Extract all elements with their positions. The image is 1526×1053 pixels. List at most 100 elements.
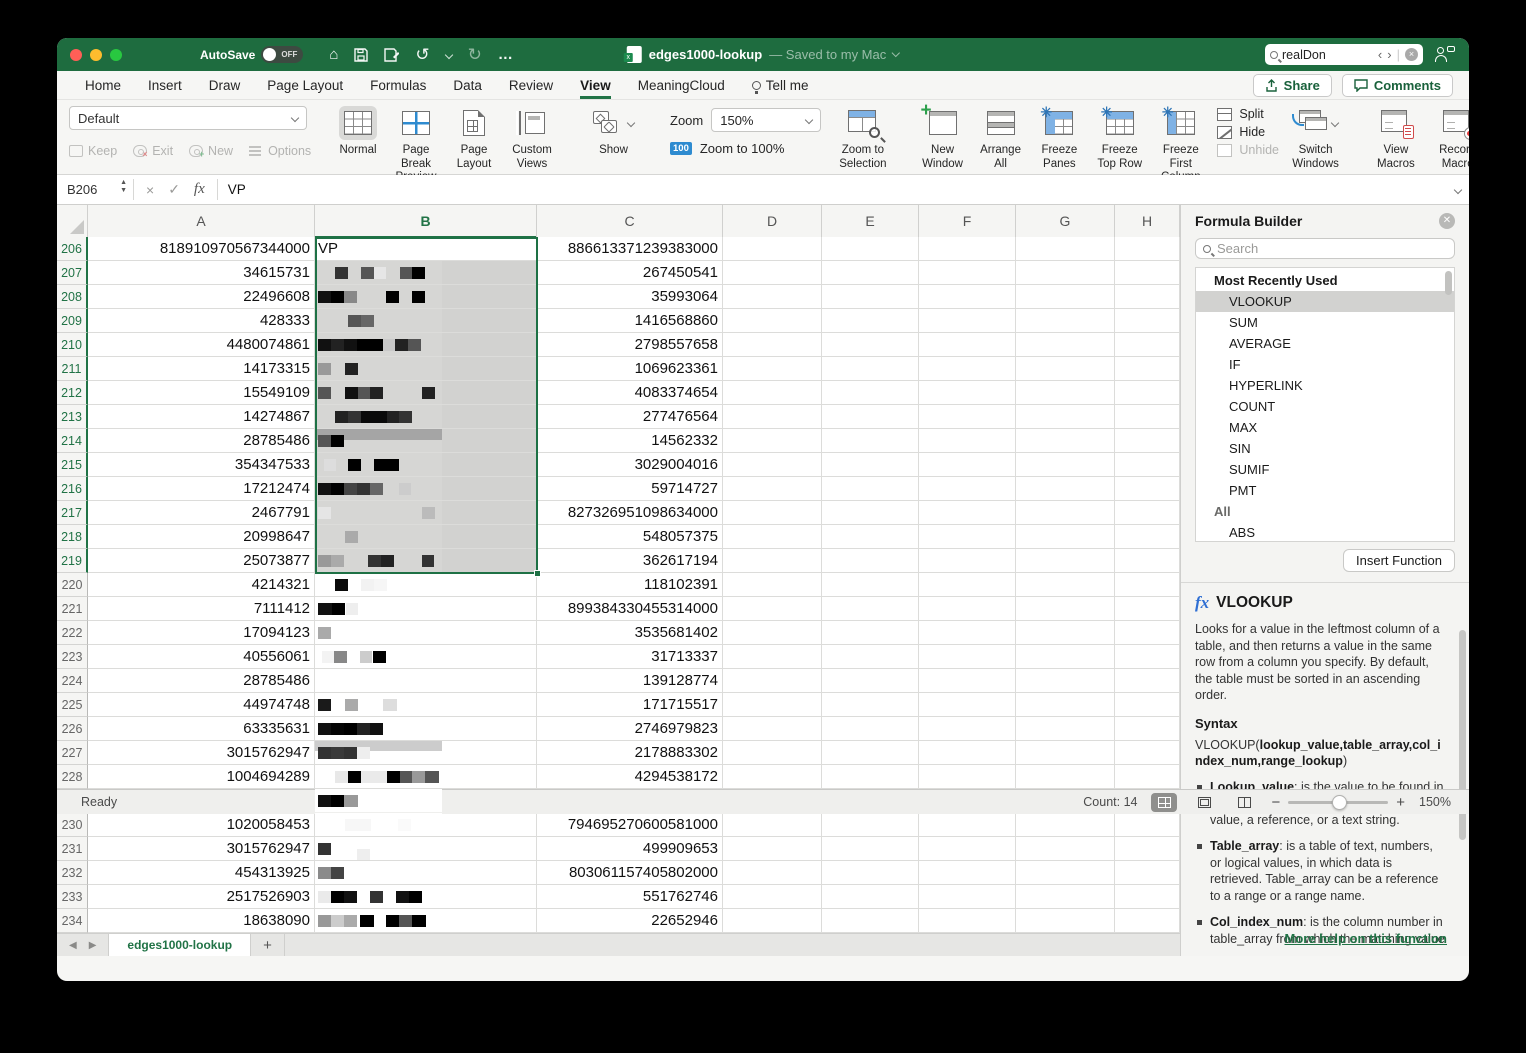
new-view-button[interactable]: New — [189, 144, 233, 158]
cell-E217[interactable] — [822, 501, 919, 525]
row-header-221[interactable]: 221 — [57, 597, 88, 621]
cell-D213[interactable] — [723, 405, 822, 429]
cell-E213[interactable] — [822, 405, 919, 429]
cell-B223[interactable] — [315, 645, 537, 669]
tab-tell-me[interactable]: Tell me — [752, 71, 809, 99]
cell-C226[interactable]: 2746979823 — [537, 717, 723, 741]
switch-windows-button[interactable]: Switch Windows — [1292, 106, 1339, 171]
cell-H214[interactable] — [1115, 429, 1180, 453]
row-header-234[interactable]: 234 — [57, 909, 88, 933]
function-item-sumif[interactable]: SUMIF — [1196, 459, 1454, 480]
cell-F218[interactable] — [919, 525, 1016, 549]
tab-page-layout[interactable]: Page Layout — [267, 71, 343, 99]
enter-icon[interactable]: ✓ — [168, 181, 180, 198]
cell-C223[interactable]: 31713337 — [537, 645, 723, 669]
cell-D216[interactable] — [723, 477, 822, 501]
undo-dropdown-chevron[interactable] — [444, 50, 452, 58]
cell-E207[interactable] — [822, 261, 919, 285]
row-header-230[interactable]: 230 — [57, 813, 88, 837]
function-search-input[interactable]: Search — [1195, 238, 1455, 259]
page-layout-button[interactable]: Page Layout — [452, 106, 496, 171]
cell-H211[interactable] — [1115, 357, 1180, 381]
comments-button[interactable]: Comments — [1342, 74, 1453, 97]
cell-D221[interactable] — [723, 597, 822, 621]
row-header-224[interactable]: 224 — [57, 669, 88, 693]
cell-C234[interactable]: 22652946 — [537, 909, 723, 933]
cell-F211[interactable] — [919, 357, 1016, 381]
cell-G227[interactable] — [1016, 741, 1115, 765]
home-icon[interactable]: ⌂ — [329, 46, 338, 63]
cell-H234[interactable] — [1115, 909, 1180, 933]
cell-A206[interactable]: 818910970567344000 — [88, 237, 315, 261]
cell-A224[interactable]: 28785486 — [88, 669, 315, 693]
row-header-211[interactable]: 211 — [57, 357, 88, 381]
cell-C220[interactable]: 118102391 — [537, 573, 723, 597]
cell-F230[interactable] — [919, 813, 1016, 837]
row-header-207[interactable]: 207 — [57, 261, 88, 285]
cell-D234[interactable] — [723, 909, 822, 933]
search-field[interactable]: realDon ‹ › | × — [1265, 44, 1423, 65]
cell-A223[interactable]: 40556061 — [88, 645, 315, 669]
cell-C216[interactable]: 59714727 — [537, 477, 723, 501]
arrange-all-button[interactable]: Arrange All — [979, 106, 1023, 171]
cell-D227[interactable] — [723, 741, 822, 765]
cell-B217[interactable] — [315, 501, 537, 525]
function-item-average[interactable]: AVERAGE — [1196, 333, 1454, 354]
cell-G212[interactable] — [1016, 381, 1115, 405]
cell-G230[interactable] — [1016, 813, 1115, 837]
cell-A214[interactable]: 28785486 — [88, 429, 315, 453]
cell-H213[interactable] — [1115, 405, 1180, 429]
cell-H209[interactable] — [1115, 309, 1180, 333]
freeze-top-row-button[interactable]: ✳ Freeze Top Row — [1096, 106, 1143, 171]
cell-C222[interactable]: 3535681402 — [537, 621, 723, 645]
cell-A231[interactable]: 3015762947 — [88, 837, 315, 861]
cell-E226[interactable] — [822, 717, 919, 741]
cell-A210[interactable]: 4480074861 — [88, 333, 315, 357]
cell-F222[interactable] — [919, 621, 1016, 645]
cell-E220[interactable] — [822, 573, 919, 597]
function-item-hyperlink[interactable]: HYPERLINK — [1196, 375, 1454, 396]
cell-H224[interactable] — [1115, 669, 1180, 693]
tab-view[interactable]: View — [580, 71, 611, 99]
cell-G228[interactable] — [1016, 765, 1115, 789]
zoom-out-icon[interactable]: − — [1271, 794, 1280, 811]
cell-F228[interactable] — [919, 765, 1016, 789]
cell-E214[interactable] — [822, 429, 919, 453]
function-item-sin[interactable]: SIN — [1196, 438, 1454, 459]
search-prev-icon[interactable]: ‹ — [1378, 47, 1382, 62]
cell-G218[interactable] — [1016, 525, 1115, 549]
cell-G233[interactable] — [1016, 885, 1115, 909]
cell-H221[interactable] — [1115, 597, 1180, 621]
function-list[interactable]: Most Recently UsedVLOOKUPSUMAVERAGEIFHYP… — [1195, 267, 1455, 542]
cell-F215[interactable] — [919, 453, 1016, 477]
column-header-D[interactable]: D — [723, 205, 822, 237]
cell-F206[interactable] — [919, 237, 1016, 261]
cell-C209[interactable]: 1416568860 — [537, 309, 723, 333]
cell-C214[interactable]: 14562332 — [537, 429, 723, 453]
cell-C208[interactable]: 35993064 — [537, 285, 723, 309]
cell-B225[interactable] — [315, 693, 537, 717]
cell-C215[interactable]: 3029004016 — [537, 453, 723, 477]
cell-A228[interactable]: 1004694289 — [88, 765, 315, 789]
cell-A230[interactable]: 1020058453 — [88, 813, 315, 837]
cell-C219[interactable]: 362617194 — [537, 549, 723, 573]
page-layout-status-icon[interactable] — [1191, 793, 1217, 812]
cell-F227[interactable] — [919, 741, 1016, 765]
minimize-window-button[interactable] — [90, 49, 102, 61]
zoom-to-selection-button[interactable]: Zoom to Selection — [839, 106, 886, 171]
cell-D225[interactable] — [723, 693, 822, 717]
cell-D214[interactable] — [723, 429, 822, 453]
cell-E234[interactable] — [822, 909, 919, 933]
close-window-button[interactable] — [70, 49, 82, 61]
cell-B230[interactable] — [315, 813, 537, 837]
cell-E222[interactable] — [822, 621, 919, 645]
cell-D230[interactable] — [723, 813, 822, 837]
row-header-233[interactable]: 233 — [57, 885, 88, 909]
cell-F225[interactable] — [919, 693, 1016, 717]
cell-G213[interactable] — [1016, 405, 1115, 429]
cell-B228[interactable] — [315, 765, 537, 789]
row-header-213[interactable]: 213 — [57, 405, 88, 429]
row-header-208[interactable]: 208 — [57, 285, 88, 309]
cell-B226[interactable] — [315, 717, 537, 741]
cell-G206[interactable] — [1016, 237, 1115, 261]
